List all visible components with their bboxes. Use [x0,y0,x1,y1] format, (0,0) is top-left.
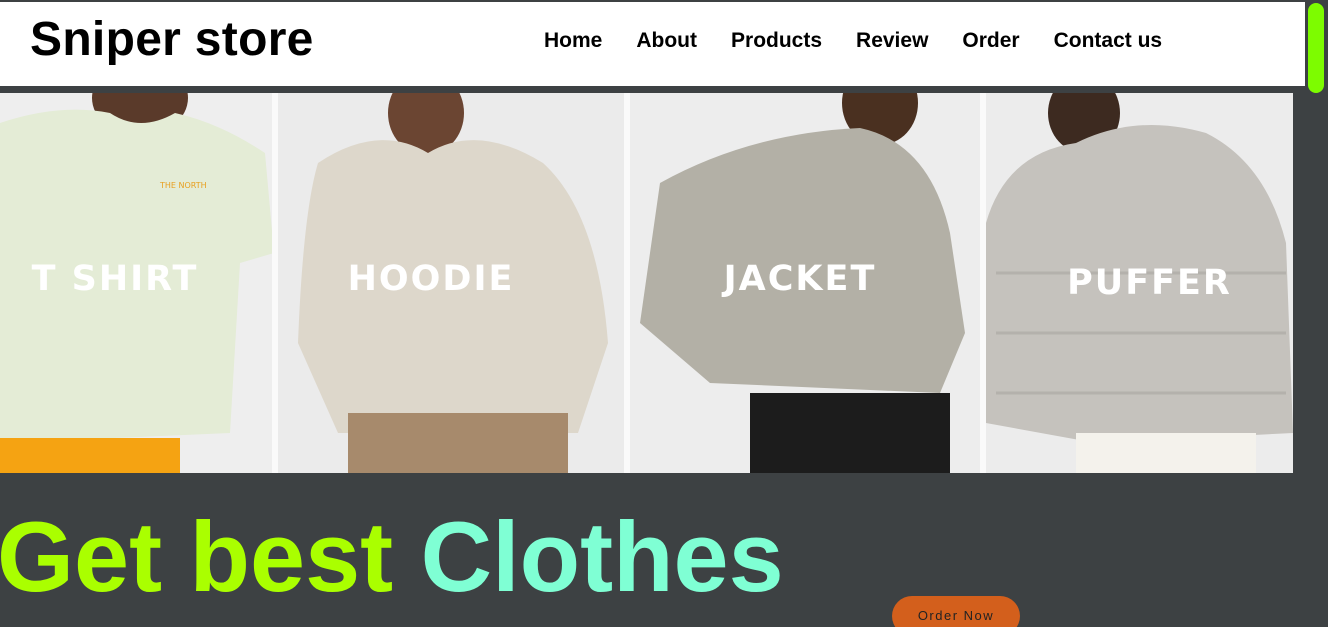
banner-panel-hoodie: HOODIE [278,93,624,473]
logo[interactable]: Sniper store [30,12,314,67]
order-now-button[interactable]: Order Now [892,596,1020,627]
header: Sniper store Home About Products Review … [0,0,1305,86]
nav-review[interactable]: Review [856,29,928,53]
hero-word-clothes: Clothes [420,501,784,612]
hero-word-get-best: Get best [0,501,394,612]
nav-products[interactable]: Products [731,29,822,53]
svg-text:THE NORTH: THE NORTH [159,181,207,190]
banner-panel-jacket: JACKET [630,93,980,473]
scrollbar-track[interactable] [1305,0,1328,627]
banner-panel-tshirt: THE NORTH T SHIRT [0,93,274,473]
banner-label-jacket: JACKET [723,259,877,299]
banner-label-hoodie: HOODIE [347,259,515,299]
nav-home[interactable]: Home [544,29,602,53]
nav-contact[interactable]: Contact us [1054,29,1163,53]
banner-label-puffer: PUFFER [1067,263,1232,303]
hero-heading: Get best Clothes [0,501,784,612]
nav-bar: Home About Products Review Order Contact… [544,29,1196,53]
scrollbar-thumb[interactable] [1308,3,1324,93]
banner-label-tshirt: T SHIRT [31,259,199,299]
page: Sniper store Home About Products Review … [0,0,1328,627]
banner-panel-puffer: PUFFER [986,93,1293,473]
nav-about[interactable]: About [636,29,697,53]
nav-order[interactable]: Order [962,29,1019,53]
banner-image: THE NORTH T SHIRT HOODIE JACKET PUFFER [0,93,1293,473]
